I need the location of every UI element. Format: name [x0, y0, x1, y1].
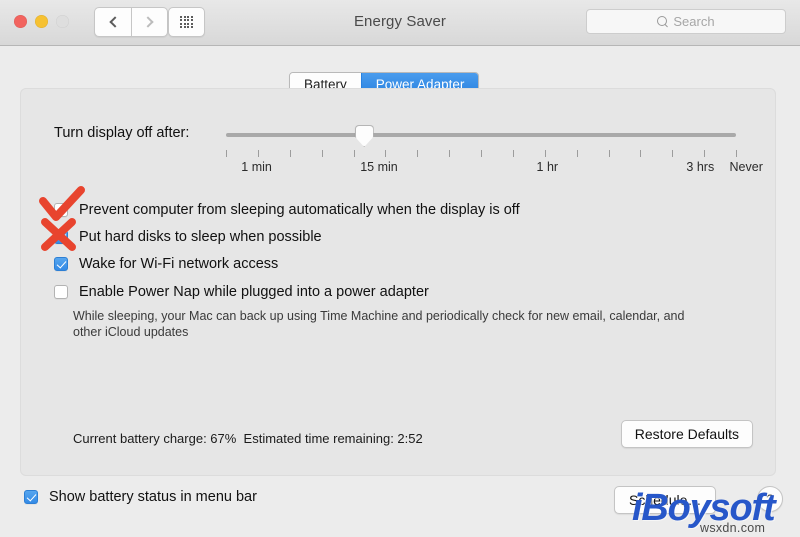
slider-tick: [544, 150, 546, 157]
slider-tick-label: 1 min: [241, 160, 272, 174]
slider-tick: [704, 150, 706, 157]
slider-tick-label: Never: [729, 160, 763, 174]
search-field[interactable]: Search: [586, 9, 786, 34]
option-label-show-battery-status: Show battery status in menu bar: [49, 489, 257, 505]
slider-tick: [736, 150, 737, 157]
slider-track[interactable]: [226, 133, 736, 137]
slider-tick-label: 1 hr: [536, 160, 559, 174]
option-label-prevent-sleep: Prevent computer from sleeping automatic…: [79, 202, 520, 218]
slider-thumb[interactable]: [354, 125, 374, 147]
checkbox-show-battery-status[interactable]: [24, 490, 38, 504]
slider-tick-labels: 1 min 15 min 1 hr 3 hrs Never: [226, 160, 763, 176]
slider-tick: [640, 150, 642, 157]
slider-tick: [512, 150, 514, 157]
checkbox-hard-disks-sleep[interactable]: [54, 230, 68, 244]
slider-tick: [576, 150, 578, 157]
window-titlebar: Energy Saver Search: [0, 0, 800, 46]
slider-tick: [353, 150, 355, 157]
slider-tick: [385, 150, 387, 157]
battery-status-text: Current battery charge: 67% Estimated ti…: [73, 431, 423, 446]
slider-tick: [417, 150, 419, 157]
slider-tick: [289, 150, 291, 157]
slider-tick-label: 3 hrs: [686, 160, 715, 174]
option-label-power-nap: Enable Power Nap while plugged into a po…: [79, 284, 429, 300]
option-row-hard-disks-sleep[interactable]: Put hard disks to sleep when possible: [54, 229, 322, 245]
slider-tick: [449, 150, 451, 157]
display-sleep-label: Turn display off after:: [54, 125, 190, 141]
slider-tick-marks: [226, 150, 737, 157]
slider-tick: [321, 150, 323, 157]
checkbox-wake-wifi[interactable]: [54, 257, 68, 271]
search-icon: [657, 16, 668, 27]
slider-tick: [481, 150, 482, 157]
option-row-wake-wifi[interactable]: Wake for Wi-Fi network access: [54, 256, 278, 272]
option-label-hard-disks-sleep: Put hard disks to sleep when possible: [79, 229, 322, 245]
option-row-show-battery-status[interactable]: Show battery status in menu bar: [24, 489, 257, 505]
checkbox-power-nap[interactable]: [54, 285, 68, 299]
option-row-prevent-sleep[interactable]: Prevent computer from sleeping automatic…: [54, 202, 520, 218]
slider-tick: [672, 150, 674, 157]
checkbox-prevent-sleep[interactable]: [54, 203, 68, 217]
option-row-power-nap[interactable]: Enable Power Nap while plugged into a po…: [54, 284, 429, 300]
slider-tick: [257, 150, 259, 157]
search-placeholder: Search: [673, 14, 715, 29]
power-nap-description: While sleeping, your Mac can back up usi…: [73, 309, 685, 339]
watermark-domain: wsxdn.com: [700, 521, 766, 535]
restore-defaults-button[interactable]: Restore Defaults: [620, 420, 753, 448]
slider-tick-label: 15 min: [360, 160, 398, 174]
settings-panel: Turn display off after: 1 min 15 min 1 hr 3…: [20, 88, 776, 476]
option-label-wake-wifi: Wake for Wi-Fi network access: [79, 256, 279, 272]
slider-tick: [226, 150, 227, 157]
slider-tick: [608, 150, 610, 157]
